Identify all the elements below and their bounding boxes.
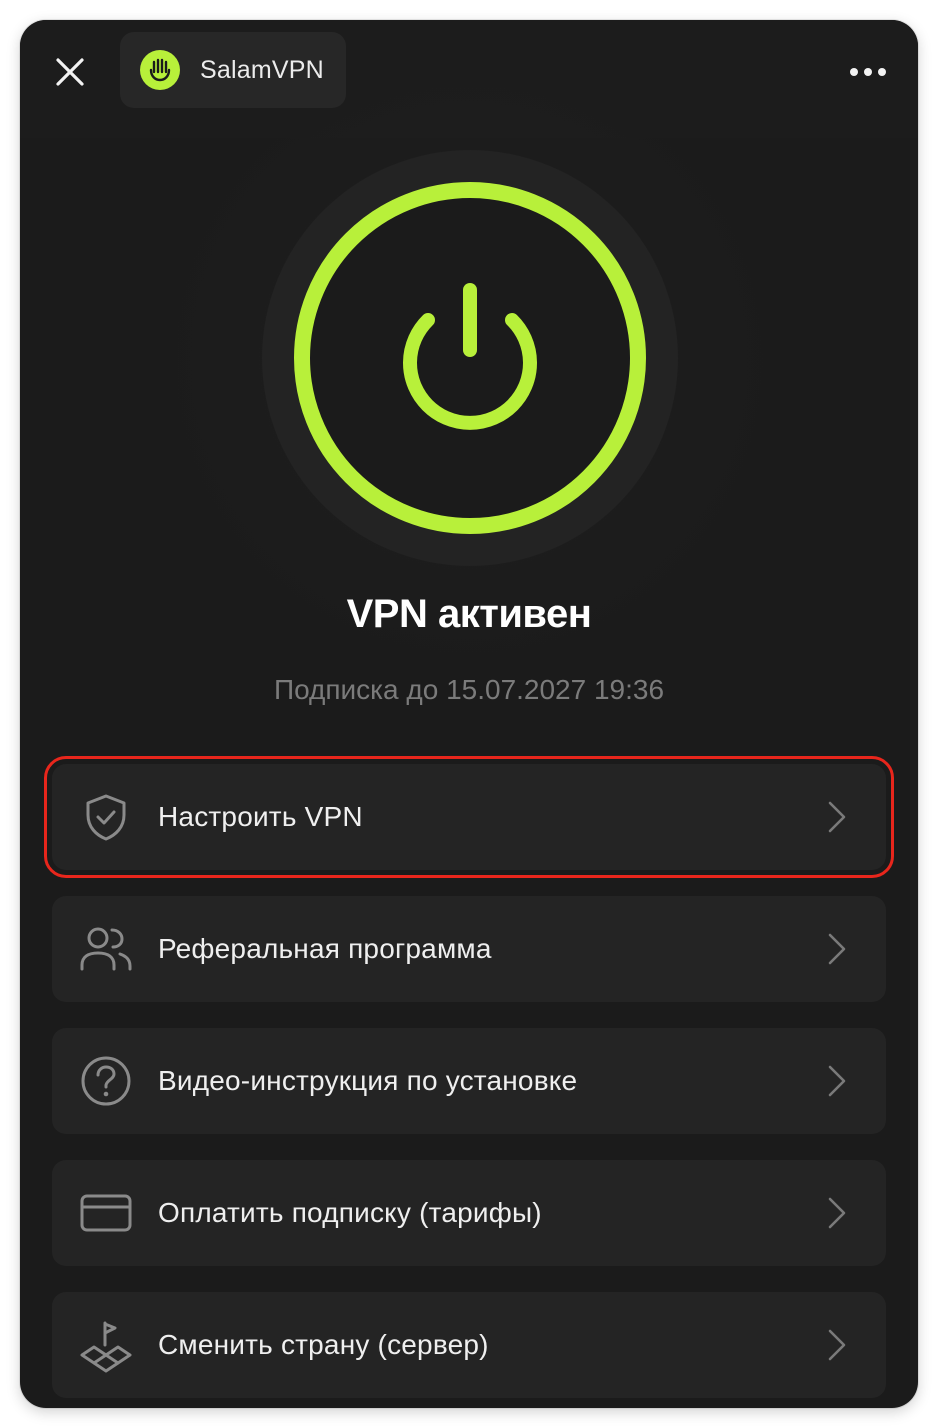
menu-item-referral[interactable]: Реферальная программа [52, 896, 886, 1002]
menu-item-video-guide[interactable]: Видео-инструкция по установке [52, 1028, 886, 1134]
menu-item-setup-vpn[interactable]: Настроить VPN [44, 756, 894, 878]
hand-logo-icon [140, 50, 180, 90]
menu-item-pay-subscription[interactable]: Оплатить подписку (тарифы) [52, 1160, 886, 1266]
chevron-right-icon [822, 1061, 852, 1101]
menu-item-label: Настроить VPN [158, 801, 363, 832]
menu-item-label: Оплатить подписку (тарифы) [158, 1197, 542, 1228]
header-bar: SalamVPN [20, 20, 918, 138]
map-flag-icon [78, 1317, 134, 1373]
status-title: VPN активен [346, 592, 592, 636]
app-title-chip[interactable]: SalamVPN [120, 32, 346, 108]
menu-item-label: Видео-инструкция по установке [158, 1065, 578, 1096]
menu-item-label: Сменить страну (сервер) [158, 1329, 489, 1360]
users-icon [78, 921, 134, 977]
chevron-right-icon [822, 1325, 852, 1365]
question-circle-icon [78, 1053, 134, 1109]
close-icon [56, 58, 84, 86]
menu-item-label: Реферальная программа [158, 933, 492, 964]
more-horizontal-icon [850, 68, 858, 76]
app-window: SalamVPN VPN активен Подписка до 15.07.2… [20, 20, 918, 1408]
chevron-right-icon [822, 1193, 852, 1233]
close-button[interactable] [48, 50, 92, 94]
more-options-button[interactable] [840, 52, 896, 92]
chevron-right-icon [822, 797, 852, 837]
power-toggle-button[interactable] [292, 180, 648, 536]
app-name: SalamVPN [200, 55, 324, 84]
menu-item-change-country[interactable]: Сменить страну (сервер) [52, 1292, 886, 1398]
chevron-right-icon [822, 929, 852, 969]
credit-card-icon [78, 1185, 134, 1241]
subscription-expiry: Подписка до 15.07.2027 19:36 [273, 674, 665, 705]
shield-check-icon [78, 789, 134, 845]
